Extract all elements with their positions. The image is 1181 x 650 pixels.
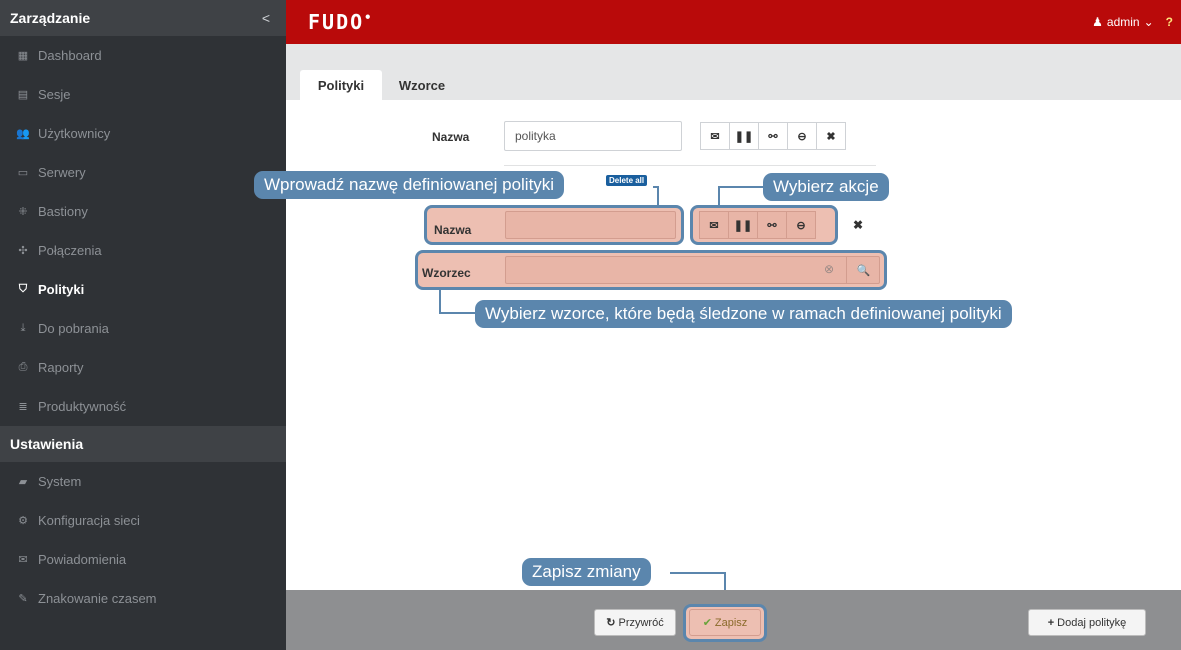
tab-policies[interactable]: Polityki: [300, 70, 382, 100]
user-menu[interactable]: ♟ admin ⌄ ?: [1092, 15, 1173, 29]
edit-icon: ✎: [18, 593, 28, 605]
user-name: admin: [1106, 15, 1140, 29]
sidebar-item-dashboard[interactable]: ▦ Dashboard: [0, 36, 286, 75]
sidebar-item-sesje[interactable]: ▤ Sesje: [0, 75, 286, 114]
divider: [504, 165, 876, 166]
callout-name: Wprowadź nazwę definiowanej polityki: [254, 171, 565, 199]
shield-icon: ⛉: [18, 283, 28, 295]
sidebar-item-label: Połączenia: [38, 243, 102, 258]
sidebar-item-label: Serwery: [38, 165, 86, 180]
sidebar-item-połączenia[interactable]: ✣ Połączenia: [0, 231, 286, 270]
help-icon[interactable]: ?: [1166, 15, 1173, 29]
sidebar-item-label: Produktywność: [38, 399, 127, 414]
sidebar-item-label: Bastiony: [38, 204, 88, 219]
sidebar-item-label: System: [38, 474, 82, 489]
sidebar-item-label: Konfiguracja sieci: [38, 513, 140, 528]
sidebar-header: Zarządzanie <: [0, 0, 286, 36]
callout-line: [657, 186, 659, 208]
sidebar-item-polityki[interactable]: ⛉ Polityki: [0, 270, 286, 309]
callout-line: [670, 572, 726, 574]
sidebar-item-konfiguracja-sieci[interactable]: ⚙ Konfiguracja sieci: [0, 501, 286, 540]
gears-icon: ⚙: [18, 515, 28, 527]
callout-save: Zapisz zmiany: [522, 558, 651, 586]
plus-icon: +: [1047, 616, 1055, 629]
sessions-icon: ▤: [17, 89, 29, 101]
restore-label: Przywróć: [618, 616, 664, 629]
disconnect-icon[interactable]: ⚯: [758, 122, 788, 150]
chevron-down-icon: ⌄: [1143, 15, 1154, 29]
sidebar-item-label: Sesje: [38, 87, 71, 102]
row-name-input[interactable]: [505, 211, 676, 239]
block-icon[interactable]: ⊖: [787, 122, 817, 150]
topbar: FUDO• ♟ admin ⌄ ?: [286, 0, 1181, 44]
envelope-icon: ✉: [18, 554, 28, 566]
sidebar: Zarządzanie < ▦ Dashboard ▤ Sesje 👥 Użytkowni…: [0, 0, 286, 650]
clear-icon[interactable]: ⊗: [824, 262, 834, 276]
sidebar-item-label: Dashboard: [38, 48, 102, 63]
sidebar-item-produktywność[interactable]: ≣ Produktywność: [0, 387, 286, 426]
dashboard-icon: ▦: [17, 50, 29, 62]
delete-all-button[interactable]: Delete all: [606, 175, 648, 186]
sidebar-section-settings: Ustawienia: [0, 426, 286, 462]
pattern-label: Wzorzec: [422, 266, 471, 280]
sidebar-item-użytkownicy[interactable]: 👥 Użytkownicy: [0, 114, 286, 153]
save-button[interactable]: ✔ Zapisz: [689, 609, 761, 636]
main-content: Polityki Wzorce Nazwa polityka ✉ ❚❚ ⚯ ⊖ …: [254, 44, 1181, 598]
callout-line: [718, 186, 764, 188]
sidebar-item-znakowanie-czasem[interactable]: ✎ Znakowanie czasem: [0, 579, 286, 618]
callout-actions: Wybierz akcje: [763, 173, 889, 201]
pause-icon[interactable]: ❚❚: [729, 122, 759, 150]
callout-line: [439, 290, 441, 314]
tab-bar: Polityki Wzorce: [286, 44, 1181, 100]
search-icon[interactable]: 🔍: [846, 256, 880, 284]
pause-icon[interactable]: ❚❚: [728, 211, 758, 239]
sidebar-item-label: Powiadomienia: [38, 552, 127, 567]
bastion-icon: ⁜: [18, 206, 28, 218]
policy-name-input[interactable]: polityka: [504, 121, 682, 151]
connections-icon: ✣: [18, 245, 28, 257]
sidebar-item-label: Polityki: [38, 282, 85, 297]
disconnect-icon[interactable]: ⚯: [757, 211, 787, 239]
collapse-sidebar-icon[interactable]: <: [262, 10, 270, 26]
check-icon: ✔: [702, 617, 712, 629]
server-icon: ▭: [17, 167, 29, 179]
add-policy-label: Dodaj politykę: [1057, 616, 1127, 629]
add-policy-button[interactable]: + Dodaj politykę: [1028, 609, 1146, 636]
callout-patterns: Wybierz wzorce, które będą śledzone w ra…: [475, 300, 1012, 328]
block-icon[interactable]: ⊖: [786, 211, 816, 239]
sidebar-item-label: Do pobrania: [38, 321, 109, 336]
folder-icon: ▰: [18, 476, 28, 488]
footer-bar: ↻ Przywróć ✔ Zapisz + Dodaj politykę: [286, 590, 1181, 650]
email-icon[interactable]: ✉: [699, 211, 729, 239]
download-icon: ⤓: [20, 322, 26, 334]
callout-line: [439, 312, 477, 314]
sidebar-item-do-pobrania[interactable]: ⤓ Do pobrania: [0, 309, 286, 348]
restore-button[interactable]: ↻ Przywróć: [594, 609, 676, 636]
fudo-logo[interactable]: FUDO•: [308, 10, 373, 34]
row-name-label: Nazwa: [434, 223, 472, 237]
name-label: Nazwa: [432, 130, 470, 144]
callout-line: [718, 186, 720, 208]
refresh-icon: ↻: [606, 617, 616, 629]
print-icon: ⎙: [18, 361, 28, 373]
logo-dot: •: [364, 10, 374, 25]
save-label: Zapisz: [714, 616, 748, 629]
sidebar-item-label: Raporty: [38, 360, 84, 375]
user-icon: ♟: [1092, 15, 1103, 29]
logo-text: FUDO: [308, 10, 365, 34]
remove-row-icon[interactable]: ✖: [843, 211, 873, 239]
tab-patterns[interactable]: Wzorce: [386, 70, 458, 100]
remove-icon[interactable]: ✖: [816, 122, 846, 150]
sidebar-title: Zarządzanie: [10, 10, 91, 26]
sidebar-item-system[interactable]: ▰ System: [0, 462, 286, 501]
sidebar-item-bastiony[interactable]: ⁜ Bastiony: [0, 192, 286, 231]
productivity-icon: ≣: [18, 401, 28, 413]
sidebar-item-raporty[interactable]: ⎙ Raporty: [0, 348, 286, 387]
email-icon[interactable]: ✉: [700, 122, 730, 150]
sidebar-item-powiadomienia[interactable]: ✉ Powiadomienia: [0, 540, 286, 579]
sidebar-item-label: Użytkownicy: [38, 126, 111, 141]
sidebar-item-serwery[interactable]: ▭ Serwery: [0, 153, 286, 192]
users-icon: 👥: [16, 128, 30, 140]
sidebar-item-label: Znakowanie czasem: [38, 591, 157, 606]
